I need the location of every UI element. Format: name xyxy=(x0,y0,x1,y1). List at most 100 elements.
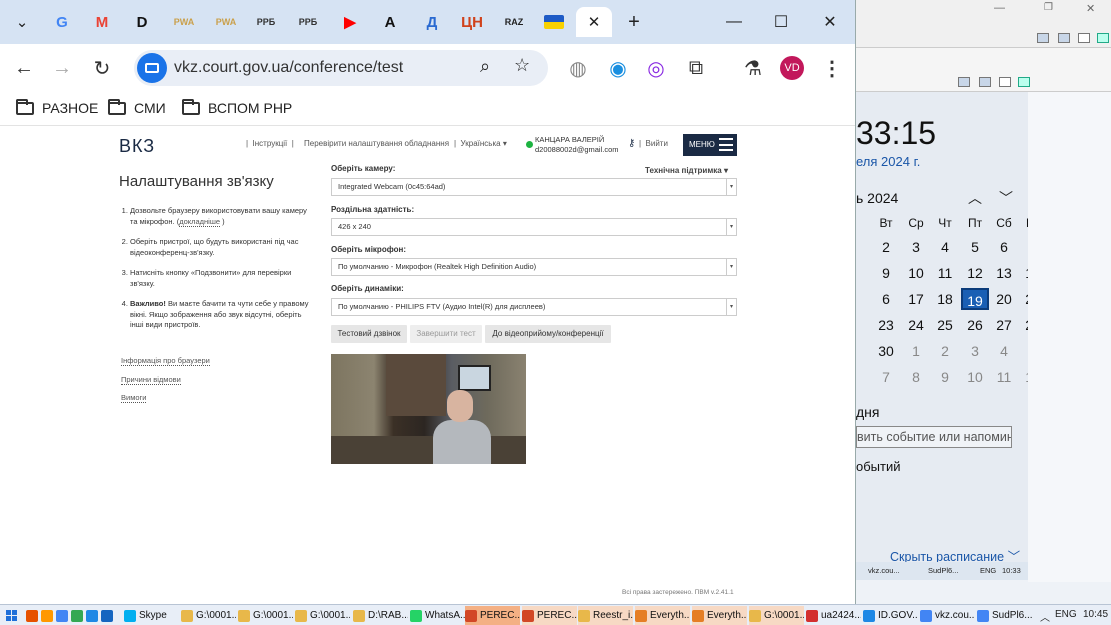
calendar-day[interactable]: 17 xyxy=(902,288,930,310)
next-month-icon[interactable]: ﹀ xyxy=(999,188,1013,208)
tab-d-blue[interactable]: Д xyxy=(414,7,450,37)
tab-cn[interactable]: ЦН xyxy=(454,7,490,37)
tab-d[interactable]: D xyxy=(124,7,160,37)
logout-link[interactable]: | Вийти xyxy=(639,139,668,148)
reload-button[interactable]: ↻ xyxy=(86,52,118,84)
pane-icon[interactable] xyxy=(999,77,1011,87)
go-to-conference-button[interactable]: До відеоприйому/конференції xyxy=(485,325,611,343)
extensions-icon[interactable]: ⧉ xyxy=(680,52,712,84)
calendar-day[interactable]: 2 xyxy=(931,340,959,362)
calendar-day[interactable]: 4 xyxy=(990,340,1018,362)
calendar-day[interactable]: 1 xyxy=(902,340,930,362)
calendar-day[interactable]: 11 xyxy=(931,262,959,284)
link-requirements[interactable]: Вимоги xyxy=(121,393,147,403)
calendar-day[interactable]: 9 xyxy=(872,262,900,284)
calendar-day-today[interactable]: 19 xyxy=(961,288,989,310)
calendar-day[interactable]: 10 xyxy=(902,262,930,284)
taskbar-app-button[interactable]: G:\0001... xyxy=(295,606,350,625)
tab-ppb[interactable]: PPБ xyxy=(290,7,326,37)
calendar-day[interactable]: 6 xyxy=(872,288,900,310)
taskbar-app-button[interactable]: PEREC... xyxy=(465,606,520,625)
calendar-day[interactable]: 12 xyxy=(961,262,989,284)
calendar-day[interactable]: 13 xyxy=(990,262,1018,284)
bookmark-folder-php[interactable]: ВСПОМ PHP xyxy=(182,98,292,116)
tray-chevron-icon[interactable]: ︿ xyxy=(1040,609,1050,624)
calendar-day[interactable]: 9 xyxy=(931,366,959,388)
details-link[interactable]: докладніше xyxy=(179,216,221,227)
tab-google[interactable]: G xyxy=(44,7,80,37)
pane-icon[interactable] xyxy=(1097,33,1109,43)
back-window-minimize-icon[interactable]: — xyxy=(994,2,1005,14)
taskbar-app-button[interactable]: G:\0001... xyxy=(181,606,236,625)
calendar-day[interactable]: 25 xyxy=(931,314,959,336)
calendar-day[interactable]: 30 xyxy=(872,340,900,362)
pane-icon[interactable] xyxy=(979,77,991,87)
calendar-day[interactable]: 23 xyxy=(872,314,900,336)
pane-icon[interactable] xyxy=(1078,33,1090,43)
calendar-day[interactable]: 11 xyxy=(990,366,1018,388)
calendar-day[interactable]: 3 xyxy=(902,236,930,258)
calendar-day[interactable]: 10 xyxy=(961,366,989,388)
close-window-button[interactable]: ✕ xyxy=(812,7,848,37)
site-info-icon[interactable] xyxy=(137,53,167,83)
bookmark-star-icon[interactable]: ☆ xyxy=(514,55,530,76)
taskbar-app-button[interactable]: ua2424... xyxy=(806,606,861,625)
bookmark-folder-smi[interactable]: СМИ xyxy=(108,98,166,116)
tab-raz[interactable]: RAZ xyxy=(496,7,532,37)
calendar-day[interactable]: 7 xyxy=(872,366,900,388)
tray-clock[interactable]: 10:45 xyxy=(1083,609,1108,620)
bookmark-folder-raznoe[interactable]: РАЗНОЕ xyxy=(16,98,98,116)
support-label[interactable]: Технічна підтримка xyxy=(645,166,722,175)
inner-task-vkz[interactable]: vkz.cou... xyxy=(868,566,900,575)
pane-icon[interactable] xyxy=(1058,33,1070,43)
calendar-day[interactable]: 6 xyxy=(990,236,1018,258)
calendar-day[interactable]: 8 xyxy=(902,366,930,388)
link-rejection-reasons[interactable]: Причини відмови xyxy=(121,375,181,385)
pinned-app-icons[interactable] xyxy=(26,606,118,625)
month-label[interactable]: ь 2024 xyxy=(856,190,898,206)
taskbar-app-button[interactable]: D:\RAB... xyxy=(353,606,408,625)
taskbar-app-button[interactable]: G:\0001... xyxy=(238,606,293,625)
taskbar-app-button[interactable]: WhatsA... xyxy=(410,606,465,625)
back-window-restore-icon[interactable]: ❐ xyxy=(1044,2,1053,13)
tray-lang[interactable]: ENG xyxy=(1055,609,1077,620)
tab-youtube[interactable]: ▶ xyxy=(332,7,368,37)
taskbar-app-button[interactable]: Everyth... xyxy=(692,606,747,625)
calendar-day[interactable]: 5 xyxy=(961,236,989,258)
prev-month-icon[interactable]: ︿ xyxy=(968,188,982,208)
tab-gmail[interactable]: M xyxy=(84,7,120,37)
browser-menu-icon[interactable]: ⋮ xyxy=(816,52,848,84)
calendar-day[interactable]: 27 xyxy=(990,314,1018,336)
calendar-day[interactable]: 18 xyxy=(931,288,959,310)
microphone-select[interactable]: По умолчанию - Микрофон (Realtek High De… xyxy=(331,258,737,276)
clock-date[interactable]: еля 2024 г. xyxy=(856,154,920,169)
tab-search-button[interactable]: ⌄ xyxy=(4,7,40,37)
shazam-icon[interactable]: ◉ xyxy=(602,52,634,84)
test-call-button[interactable]: Тестовий дзвінок xyxy=(331,325,407,343)
pane-icon[interactable] xyxy=(1037,33,1049,43)
taskbar-app-button[interactable]: ID.GOV... xyxy=(863,606,918,625)
color-picker-icon[interactable]: ◎ xyxy=(640,52,672,84)
tab-ukraine-flag[interactable] xyxy=(536,7,572,37)
site-logo[interactable]: ВКЗ xyxy=(119,136,155,157)
tab-ppb[interactable]: PPБ xyxy=(248,7,284,37)
zoom-icon[interactable]: ⌕ xyxy=(480,56,490,77)
start-button[interactable] xyxy=(6,606,17,625)
back-window-close-icon[interactable]: ✕ xyxy=(1086,2,1095,15)
inner-task-sudpl[interactable]: SudPl6... xyxy=(928,566,958,575)
taskbar-app-button[interactable]: G:\0001... xyxy=(749,606,804,625)
profile-avatar[interactable]: VD xyxy=(780,56,804,80)
camera-select[interactable]: Integrated Webcam (0c45:64ad) ▾ xyxy=(331,178,737,196)
nav-instructions[interactable]: | Інструкції | xyxy=(246,139,294,148)
taskbar-app-button[interactable]: Skype xyxy=(124,606,179,625)
tab-pwa[interactable]: PWA xyxy=(208,7,244,37)
tech-support-link[interactable]: Технічна підтримка ▾ xyxy=(645,166,728,175)
nav-check-equipment[interactable]: Перевірити налаштування обладнання xyxy=(304,139,449,148)
logout-label[interactable]: Вийти xyxy=(646,139,668,148)
speakers-select[interactable]: По умолчанию - PHILIPS FTV (Аудио Intel(… xyxy=(331,298,737,316)
new-tab-button[interactable]: + xyxy=(616,7,652,37)
taskbar-app-button[interactable]: Reestr_i... xyxy=(578,606,633,625)
maximize-button[interactable]: ☐ xyxy=(763,7,799,37)
calendar-day[interactable]: 2 xyxy=(872,236,900,258)
taskbar-app-button[interactable]: vkz.cou... xyxy=(920,606,975,625)
